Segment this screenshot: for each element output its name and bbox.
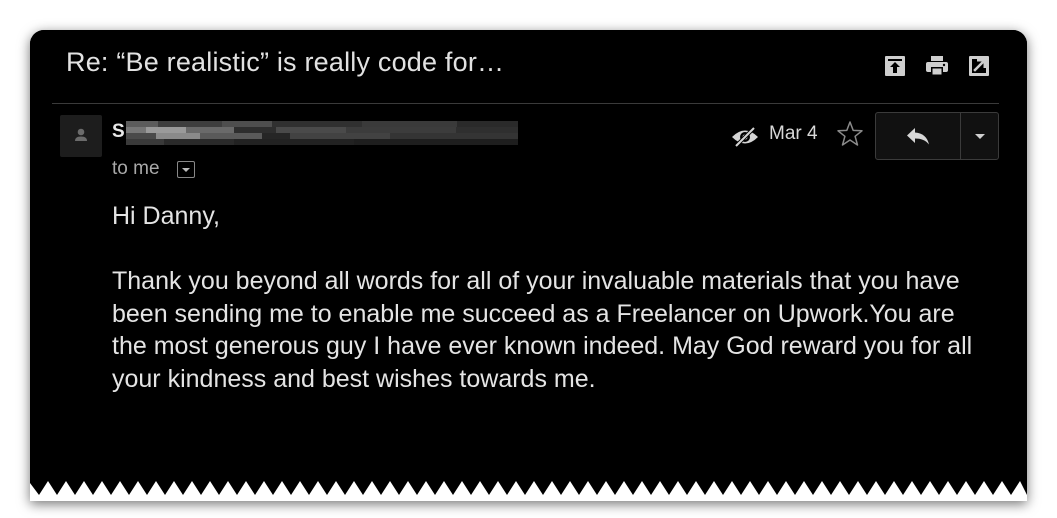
email-greeting: Hi Danny,: [112, 202, 220, 230]
person-silhouette-icon: [75, 128, 87, 141]
caret-down-icon: [974, 133, 985, 139]
sender-avatar[interactable]: [60, 115, 102, 157]
screenshot-page: Re: “Be realistic” is really code for… S…: [0, 0, 1057, 518]
star-outline-icon[interactable]: [836, 120, 864, 148]
recipient-label: to me: [112, 158, 160, 179]
eye-slash-icon[interactable]: [730, 125, 760, 149]
sender-name[interactable]: S: [112, 121, 125, 143]
recipient-details-dropdown[interactable]: [177, 161, 195, 178]
reply-button-group: [875, 112, 999, 160]
email-card: Re: “Be realistic” is really code for… S…: [30, 30, 1027, 501]
torn-edge-decoration: [30, 481, 1027, 501]
email-body: Thank you beyond all words for all of yo…: [112, 267, 973, 393]
more-options-button[interactable]: [961, 113, 998, 159]
email-date[interactable]: Mar 4: [769, 123, 818, 145]
redacted-sender-details: [126, 121, 518, 145]
reply-arrow-icon: [907, 128, 929, 145]
subject-toolbar: [883, 54, 991, 78]
reply-button[interactable]: [876, 113, 961, 159]
email-subject: Re: “Be realistic” is really code for…: [66, 47, 505, 77]
printer-icon[interactable]: [925, 54, 949, 78]
archive-up-icon[interactable]: [883, 54, 907, 78]
open-in-new-window-icon[interactable]: [967, 54, 991, 78]
header-divider: [52, 103, 999, 104]
